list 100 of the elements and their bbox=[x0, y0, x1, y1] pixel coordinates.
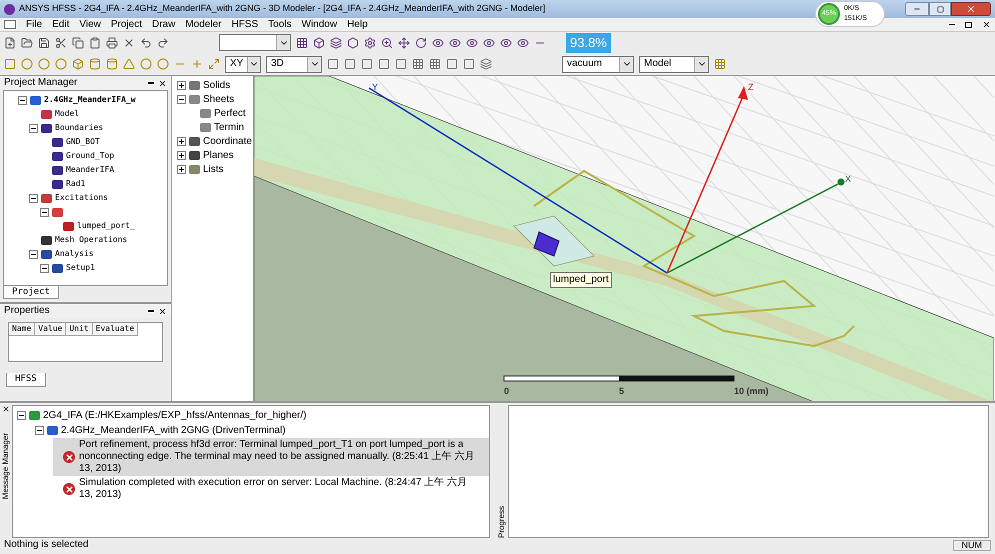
tree-item[interactable]: 2G4_IFA (E:/HKExamples/EXP_hfss/Antennas_for_higher/) bbox=[43, 408, 306, 423]
toolbar-icon[interactable] bbox=[429, 58, 441, 70]
toolbar-icon[interactable] bbox=[361, 58, 373, 70]
document-icon[interactable] bbox=[4, 20, 16, 29]
toolbar-icon[interactable] bbox=[330, 36, 342, 48]
dropdown-field[interactable]: XY bbox=[225, 56, 261, 72]
expander-toggle[interactable] bbox=[18, 96, 27, 104]
tree-item[interactable]: Excitations bbox=[55, 192, 108, 204]
column-header[interactable]: Name bbox=[9, 323, 36, 336]
toolbar-icon[interactable] bbox=[347, 36, 359, 48]
expander-toggle[interactable] bbox=[177, 150, 186, 160]
tree-item[interactable]: Termin bbox=[214, 120, 244, 134]
toolbar-icon[interactable] bbox=[327, 58, 339, 70]
panel-tab[interactable]: Project bbox=[3, 286, 59, 299]
tree-item[interactable]: lumped_port_ bbox=[77, 220, 135, 232]
menu-item[interactable]: Tools bbox=[268, 20, 292, 30]
toolbar-icon[interactable] bbox=[449, 36, 461, 48]
toolbar-icon[interactable] bbox=[395, 58, 407, 70]
toolbar-icon[interactable] bbox=[415, 36, 427, 48]
toolbar-icon[interactable] bbox=[55, 36, 67, 48]
tree-item[interactable]: 2.4GHz_MeanderIFA_with 2GNG (DrivenTerminal) bbox=[61, 423, 286, 438]
toolbar-icon[interactable] bbox=[38, 36, 50, 48]
toolbar-icon[interactable] bbox=[4, 36, 16, 48]
toolbar-icon[interactable] bbox=[517, 36, 529, 48]
close-icon[interactable] bbox=[2, 405, 10, 413]
tree-item[interactable]: Setup1 bbox=[66, 262, 95, 274]
mdi-close-icon[interactable] bbox=[982, 20, 991, 29]
toolbar-icon[interactable] bbox=[140, 36, 152, 48]
toolbar-icon[interactable] bbox=[412, 58, 424, 70]
dropdown-field[interactable]: vacuum bbox=[562, 56, 634, 72]
toolbar-icon[interactable] bbox=[398, 36, 410, 48]
menu-item[interactable]: Project bbox=[110, 20, 142, 30]
expander-toggle[interactable] bbox=[40, 208, 49, 216]
dropdown-field[interactable] bbox=[219, 34, 291, 51]
toolbar-icon[interactable] bbox=[432, 36, 444, 48]
expander-toggle[interactable] bbox=[29, 194, 38, 202]
column-header[interactable]: Value bbox=[35, 323, 66, 336]
toolbar-icon[interactable] bbox=[381, 36, 393, 48]
tree-item[interactable]: Mesh Operations bbox=[55, 234, 128, 246]
tree-item[interactable]: Ground_Top bbox=[66, 150, 114, 162]
tree-item[interactable]: Lists bbox=[203, 162, 224, 176]
expander-toggle[interactable] bbox=[35, 426, 44, 435]
expander-toggle[interactable] bbox=[177, 94, 186, 104]
menu-item[interactable]: Modeler bbox=[185, 20, 222, 30]
dropdown-field[interactable]: 3D bbox=[266, 56, 322, 72]
menu-item[interactable]: Help bbox=[347, 20, 368, 30]
menu-item[interactable]: Edit bbox=[52, 20, 70, 30]
toolbar-icon[interactable] bbox=[500, 36, 512, 48]
caret-icon bbox=[247, 56, 260, 72]
toolbar-icon[interactable] bbox=[313, 36, 325, 48]
tree-item[interactable]: Planes bbox=[203, 148, 234, 162]
menu-item[interactable]: View bbox=[79, 20, 101, 30]
tree-item[interactable]: Analysis bbox=[55, 248, 94, 260]
expander-toggle[interactable] bbox=[177, 164, 186, 174]
close-icon[interactable] bbox=[158, 306, 167, 316]
menu-item[interactable]: Draw bbox=[152, 20, 176, 30]
close-icon[interactable] bbox=[158, 78, 167, 88]
panel-tab[interactable]: HFSS bbox=[6, 373, 46, 387]
toolbar-icon[interactable] bbox=[72, 36, 84, 48]
toolbar-icon[interactable] bbox=[483, 36, 495, 48]
toolbar-icon[interactable] bbox=[123, 36, 135, 48]
maximize-button[interactable] bbox=[929, 2, 951, 16]
tree-item[interactable]: Solids bbox=[203, 78, 230, 92]
toolbar-icon[interactable] bbox=[466, 36, 478, 48]
menu-item[interactable]: File bbox=[26, 20, 42, 30]
toolbar-icon[interactable] bbox=[106, 36, 118, 48]
tree-item[interactable]: Perfect bbox=[214, 106, 246, 120]
mdi-restore-icon[interactable] bbox=[965, 22, 972, 28]
expander-toggle[interactable] bbox=[177, 80, 186, 90]
toolbar-icon[interactable] bbox=[378, 58, 390, 70]
tree-item[interactable]: Boundaries bbox=[55, 122, 104, 134]
close-button[interactable] bbox=[951, 2, 991, 16]
toolbar-icon[interactable] bbox=[364, 36, 376, 48]
tree-item[interactable]: Rad1 bbox=[66, 178, 86, 190]
toolbar-icon[interactable] bbox=[21, 36, 33, 48]
expander-toggle[interactable] bbox=[29, 250, 38, 258]
tree-item[interactable]: Model bbox=[55, 108, 80, 120]
caret-icon bbox=[694, 56, 708, 72]
toolbar-icon[interactable] bbox=[480, 58, 492, 70]
toolbar-icon[interactable] bbox=[296, 36, 308, 48]
toolbar-icon[interactable] bbox=[89, 36, 101, 48]
menu-item[interactable]: HFSS bbox=[231, 20, 258, 30]
toolbar-icon[interactable] bbox=[463, 58, 475, 70]
column-header[interactable]: Evaluate bbox=[92, 323, 138, 336]
tree-item[interactable]: Sheets bbox=[203, 92, 234, 106]
column-header[interactable]: Unit bbox=[66, 323, 93, 336]
toolbar-icon[interactable] bbox=[446, 58, 458, 70]
toolbar-icon[interactable] bbox=[344, 58, 356, 70]
expander-toggle[interactable] bbox=[29, 124, 38, 132]
menu-item[interactable]: Window bbox=[302, 20, 338, 30]
expander-toggle[interactable] bbox=[17, 411, 26, 420]
message-row[interactable]: Simulation completed with execution error on server: Local Machine. (8:24:47 上午 六月 13, 2013) bbox=[53, 476, 489, 502]
tree-item[interactable]: MeanderIFA bbox=[66, 164, 114, 176]
toolbar-icon[interactable] bbox=[157, 36, 169, 48]
dropdown-field[interactable]: Model bbox=[639, 56, 709, 72]
tree-item[interactable]: Coordinate bbox=[203, 134, 252, 148]
expander-toggle[interactable] bbox=[40, 264, 49, 272]
tree-item[interactable]: GND_BOT bbox=[66, 136, 100, 148]
expander-toggle[interactable] bbox=[177, 136, 186, 146]
tree-item[interactable]: 2.4GHz_MeanderIFA_w bbox=[44, 94, 136, 106]
